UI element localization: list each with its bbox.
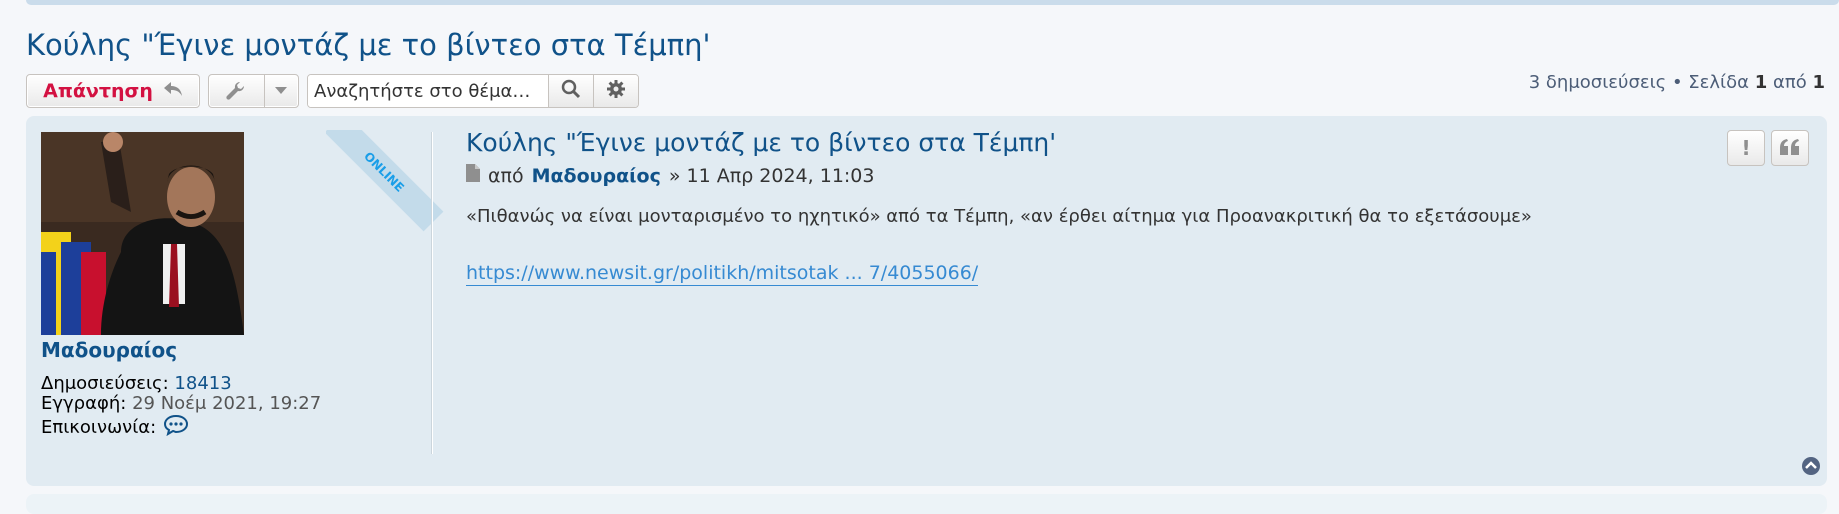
post-external-link[interactable]: https://www.newsit.gr/politikh/mitsotak … [466,262,979,286]
top-header-band [26,0,1839,5]
by-label: από [488,164,524,187]
current-page: 1 [1754,72,1768,93]
author-username[interactable]: Μαδουραίος [41,338,177,362]
post-divider [431,132,433,454]
topic-search-box [307,74,639,108]
page-of-text: από [1773,72,1807,93]
post-body-text: «Πιθανώς να είναι μονταρισμένο το ηχητικ… [466,206,1532,227]
contact-label: Επικοινωνία: [41,416,157,438]
reply-label: Απάντηση [43,80,153,102]
gear-icon [606,79,626,103]
post-date: » 11 Απρ 2024, 11:03 [668,164,875,187]
quote-icon [1780,136,1800,160]
online-ribbon: ONLINE [326,130,446,240]
topic-title[interactable]: Κούλης "Έγινε μοντάζ με το βίντεο στα Τέ… [26,28,711,62]
posts-label: Δημοσιεύσεις: [41,373,169,394]
search-button[interactable] [548,75,593,107]
wrench-icon [209,75,265,107]
back-to-top-button[interactable] [1801,456,1821,476]
post-buttons: ! [1727,130,1809,166]
avatar[interactable] [41,132,244,335]
joined-date: 29 Νοέμ 2021, 19:27 [132,393,322,414]
post-document-icon[interactable] [466,164,480,187]
online-label: ONLINE [326,130,444,232]
posts-row: Δημοσιεύσεις: 18413 [41,374,321,394]
chevron-up-circle-icon [1801,457,1821,480]
action-bar: Απάντηση [26,72,639,110]
topic-tools-dropdown[interactable] [208,74,299,108]
post-title[interactable]: Κούλης "Έγινε μοντάζ με το βίντεο στα Τέ… [466,128,1056,157]
reply-arrow-icon [163,80,183,103]
post-author-link[interactable]: Μαδουραίος [532,165,661,187]
quote-button[interactable] [1771,130,1809,166]
search-icon [561,79,581,103]
exclamation-icon: ! [1741,136,1751,160]
author-profile: Δημοσιεύσεις: 18413 Εγγραφή: 29 Νοέμ 202… [41,374,321,441]
topic-search-input[interactable] [308,75,548,107]
reply-button[interactable]: Απάντηση [26,74,200,108]
report-button[interactable]: ! [1727,130,1765,166]
joined-row: Εγγραφή: 29 Νοέμ 2021, 19:27 [41,394,321,414]
total-pages: 1 [1812,72,1825,93]
chevron-down-icon [265,75,298,107]
pagination-info: 3 δημοσιεύσεις • Σελίδα 1 από 1 [1529,72,1825,93]
post: ONLINE Μαδουραίος Δημοσιεύσεις: 18413 Εγ… [26,116,1827,486]
advanced-search-button[interactable] [593,75,638,107]
next-post-edge [26,494,1827,514]
posts-count-link[interactable]: 18413 [174,373,231,394]
post-count-text: 3 δημοσιεύσεις • Σελίδα [1528,72,1750,93]
contact-chat-icon[interactable] [164,414,189,441]
contact-row: Επικοινωνία: [41,414,321,441]
post-meta: από Μαδουραίος » 11 Απρ 2024, 11:03 [466,164,874,187]
joined-label: Εγγραφή: [41,393,127,414]
